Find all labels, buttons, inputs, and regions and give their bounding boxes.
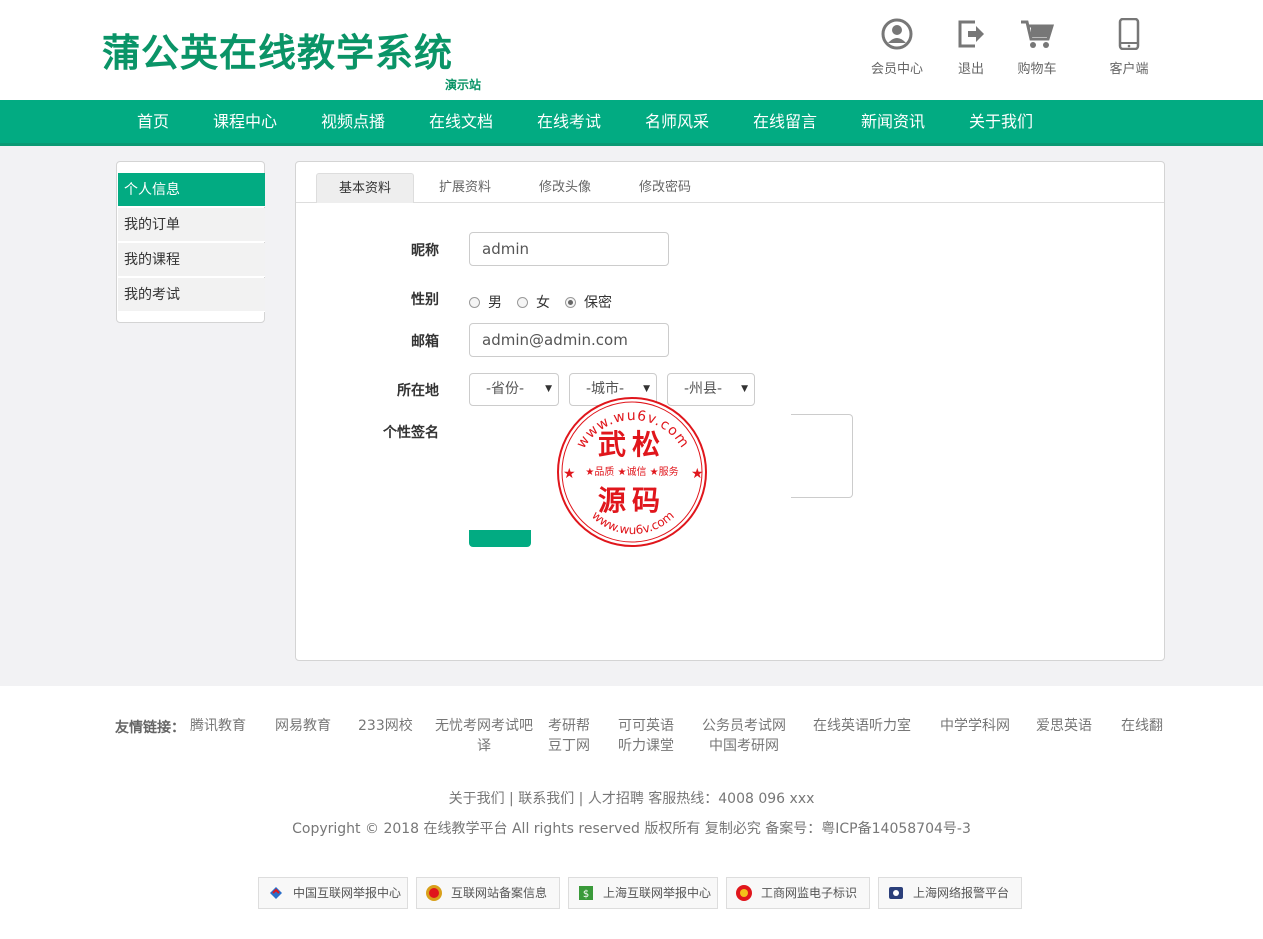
nickname-label: 昵称: [411, 243, 439, 259]
sidebar-item-courses[interactable]: 我的课程: [118, 243, 265, 277]
signature-textarea[interactable]: [791, 414, 853, 498]
gender-option-label: 男: [488, 295, 502, 311]
submit-button[interactable]: [469, 530, 531, 547]
sidebar-item-exams[interactable]: 我的考试: [118, 278, 265, 312]
friend-link[interactable]: 中学学科网: [940, 716, 1010, 736]
nickname-input[interactable]: admin: [469, 232, 669, 266]
province-select[interactable]: -省份- ▼: [469, 373, 559, 406]
footer-nav-line[interactable]: 关于我们 | 联系我们 | 人才招聘 客服热线：4008 096 xxx: [0, 788, 1263, 808]
dropdown-arrow-icon: ▼: [741, 384, 748, 394]
police-emblem-icon: [426, 885, 442, 901]
badge-label: 工商网监电子标识: [761, 886, 858, 900]
nav-home[interactable]: 首页: [137, 100, 169, 143]
user-circle-icon: [881, 18, 913, 50]
tab-extended-info[interactable]: 扩展资料: [416, 173, 514, 203]
email-label: 邮箱: [411, 334, 439, 350]
signature-label: 个性签名: [383, 425, 439, 441]
member-center-label: 会员中心: [870, 62, 923, 77]
watermark-main-top: 武松: [598, 428, 666, 461]
tab-change-avatar[interactable]: 修改头像: [516, 173, 614, 203]
watermark-stamp: www.wu6v.com 武松 ★品质 ★诚信 ★服务 源码 www.wu6v.…: [557, 397, 707, 547]
gender-radio-secret[interactable]: 保密: [565, 292, 612, 312]
logo-subtitle: 演示站: [445, 78, 482, 92]
radio-dot: [469, 297, 480, 308]
gender-radio-female[interactable]: 女: [517, 292, 550, 312]
gender-label: 性别: [411, 292, 439, 308]
friend-link[interactable]: 考研帮豆丁网: [547, 716, 591, 756]
badge-label: 上海互联网举报中心: [603, 886, 712, 900]
badge-label: 上海网络报警平台: [913, 886, 1010, 900]
logout-label: 退出: [957, 62, 984, 77]
logout-icon: [958, 20, 984, 48]
watermark-middle-text: ★品质 ★诚信 ★服务: [585, 465, 678, 478]
badge-business-monitor[interactable]: 工商网监电子标识: [726, 877, 870, 909]
cart-label: 购物车: [1017, 62, 1057, 77]
cart-icon: [1021, 20, 1054, 48]
nav-teachers[interactable]: 名师风采: [645, 100, 709, 143]
report-center-icon: [270, 887, 282, 899]
client-label: 客户端: [1109, 62, 1149, 77]
friend-link[interactable]: 无忧考网考试吧译: [434, 716, 534, 756]
star-icon: ★: [563, 466, 576, 482]
member-center-link[interactable]: 会员中心: [862, 18, 932, 77]
tab-change-password[interactable]: 修改密码: [616, 173, 714, 203]
sidebar-item-orders[interactable]: 我的订单: [118, 208, 265, 242]
friend-link[interactable]: 网易教育: [275, 716, 331, 736]
star-icon: ★: [691, 466, 704, 482]
gender-option-label: 保密: [584, 295, 612, 311]
friend-link[interactable]: 在线翻: [1121, 716, 1163, 736]
friend-link[interactable]: 在线英语听力室: [813, 716, 911, 736]
friend-link[interactable]: 可可英语听力课堂: [617, 716, 675, 756]
site-header: 蒲公英在线教学系统 演示站 会员中心 退出 购物车 客户端: [0, 0, 1263, 100]
friend-link[interactable]: 爱思英语: [1036, 716, 1092, 736]
nav-messages[interactable]: 在线留言: [753, 100, 817, 143]
badge-network-police[interactable]: 上海网络报警平台: [878, 877, 1022, 909]
nav-news[interactable]: 新闻资讯: [861, 100, 925, 143]
nav-video[interactable]: 视频点播: [321, 100, 385, 143]
watermark-main-bottom: 源码: [598, 484, 666, 517]
business-emblem-icon: [736, 885, 752, 901]
nav-courses[interactable]: 课程中心: [213, 100, 277, 143]
location-label: 所在地: [397, 383, 439, 399]
client-link[interactable]: 客户端: [1094, 18, 1164, 77]
friend-link[interactable]: 233网校: [358, 716, 413, 736]
user-sidebar: 个人信息 我的订单 我的课程 我的考试: [116, 161, 265, 323]
nav-exams[interactable]: 在线考试: [537, 100, 601, 143]
friend-link[interactable]: 公务员考试网中国考研网: [701, 716, 787, 756]
radio-dot: [517, 297, 528, 308]
badge-site-record[interactable]: 互联网站备案信息: [416, 877, 560, 909]
shanghai-report-icon: $: [579, 886, 593, 900]
province-value: -省份-: [486, 381, 525, 397]
nav-about[interactable]: 关于我们: [969, 100, 1033, 143]
friend-link[interactable]: 腾讯教育: [190, 716, 246, 736]
email-input[interactable]: admin@admin.com: [469, 323, 669, 357]
profile-panel: 基本资料 扩展资料 修改头像 修改密码: [295, 161, 1165, 661]
badge-report-center[interactable]: 中国互联网举报中心: [258, 877, 408, 909]
cart-link[interactable]: 购物车: [1002, 18, 1072, 77]
main-nav: 首页 课程中心 视频点播 在线文档 在线考试 名师风采 在线留言 新闻资讯 关于…: [0, 100, 1263, 146]
mobile-icon: [1118, 18, 1140, 50]
gender-radio-male[interactable]: 男: [469, 292, 502, 312]
badge-label: 中国互联网举报中心: [293, 886, 402, 900]
badge-label: 互联网站备案信息: [451, 886, 548, 900]
nav-documents[interactable]: 在线文档: [429, 100, 493, 143]
badge-shanghai-report[interactable]: $ 上海互联网举报中心: [568, 877, 718, 909]
footer-copyright: Copyright © 2018 在线教学平台 All rights reser…: [292, 821, 971, 837]
tab-basic-info[interactable]: 基本资料: [316, 173, 414, 203]
site-logo[interactable]: 蒲公英在线教学系统: [102, 22, 453, 77]
radio-dot-selected: [565, 297, 576, 308]
network-police-icon: [889, 887, 903, 899]
gender-option-label: 女: [536, 295, 550, 311]
profile-tabs: 基本资料 扩展资料 修改头像 修改密码: [296, 162, 1164, 203]
logout-link[interactable]: 退出: [936, 18, 1006, 77]
sidebar-item-profile[interactable]: 个人信息: [118, 173, 265, 207]
friend-links-title: 友情链接：: [115, 720, 185, 736]
svg-text:$: $: [583, 889, 589, 900]
